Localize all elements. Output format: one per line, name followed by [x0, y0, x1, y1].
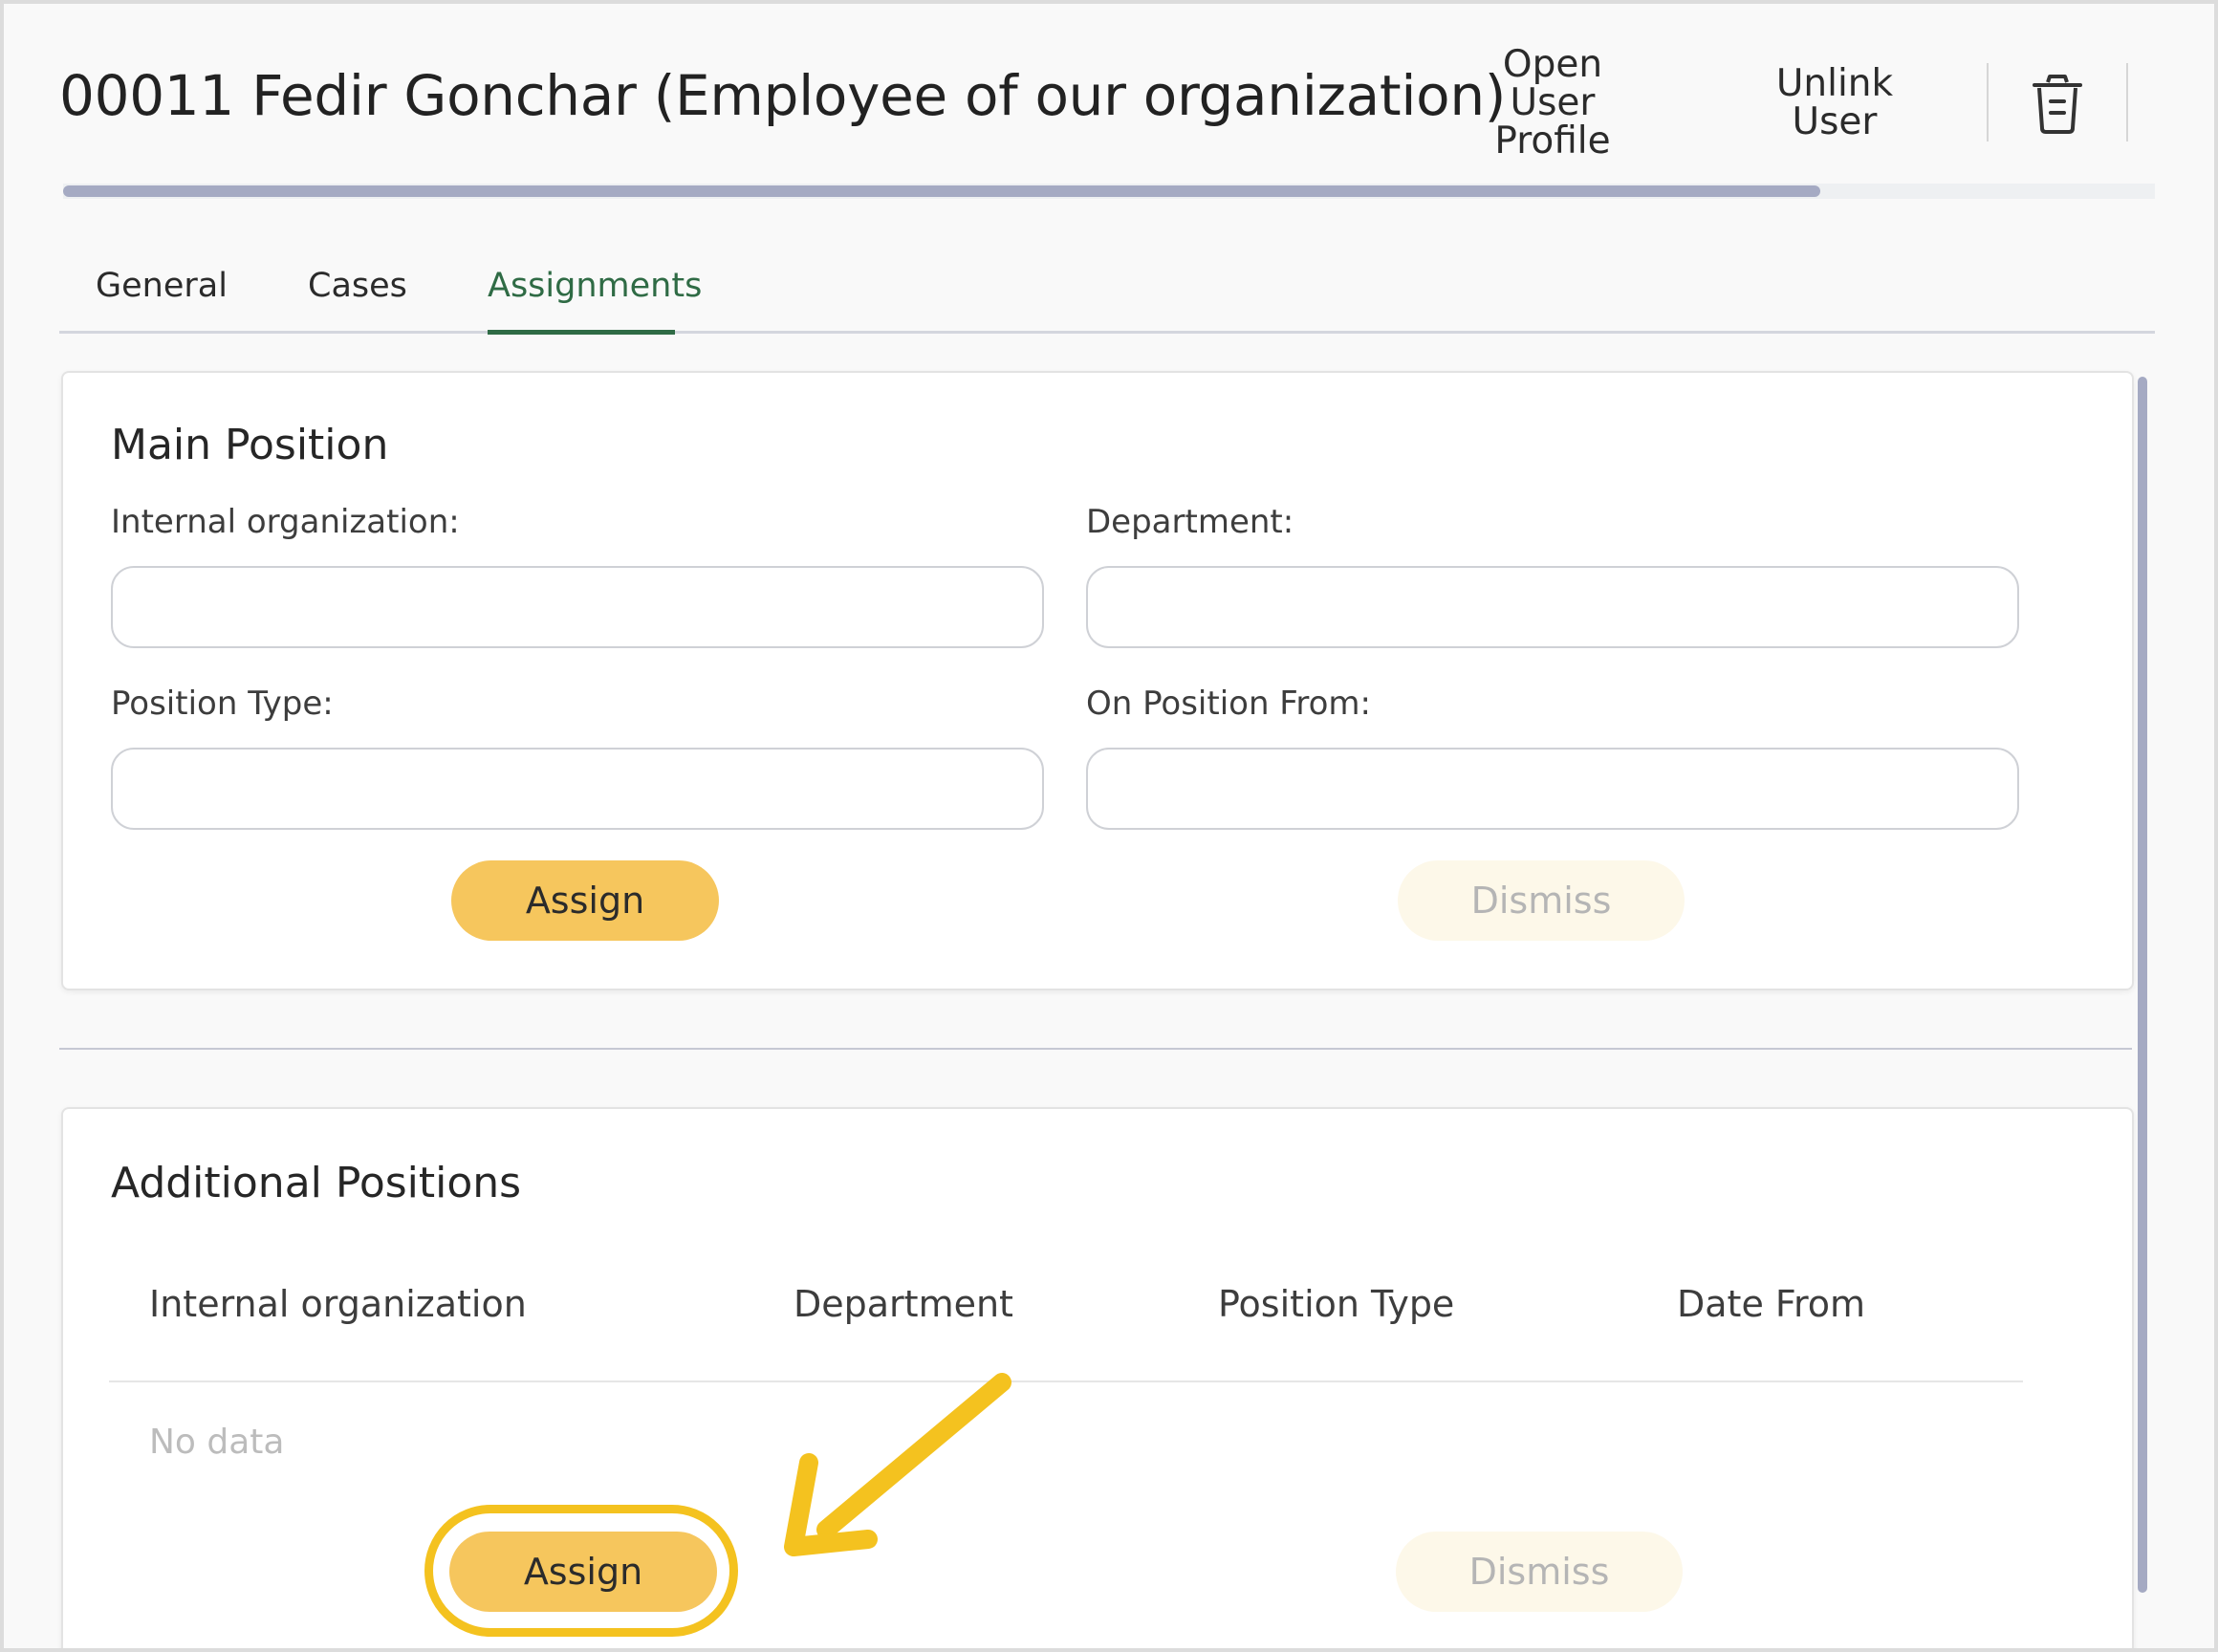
unlink-user-label-line: Unlink — [1775, 62, 1894, 105]
scrollbar-thumb[interactable] — [2138, 377, 2147, 1593]
open-user-profile-label-line: Profile — [1494, 120, 1611, 163]
header-divider — [2126, 63, 2128, 141]
department-label: Department: — [1086, 503, 1294, 541]
progress-track — [63, 184, 2155, 199]
progress-fill — [63, 185, 1820, 197]
active-tab-indicator — [488, 330, 675, 335]
additional-positions-card: Additional Positions — [61, 1107, 2134, 1648]
unlink-user-button[interactable]: Unlink User — [1753, 65, 1916, 141]
table-header-divider — [109, 1380, 2023, 1382]
highlight-ring — [424, 1505, 738, 1637]
section-divider — [59, 1048, 2132, 1050]
open-user-profile-label-line: Open — [1502, 43, 1603, 86]
column-header-internal-organization[interactable]: Internal organization — [149, 1283, 527, 1325]
annotation-arrow-icon — [784, 1373, 1011, 1556]
position-type-input[interactable] — [111, 748, 1044, 830]
record-window: 00011 Fedir Gonchar (Employee of our org… — [0, 0, 2218, 1652]
additional-positions-title: Additional Positions — [111, 1159, 522, 1207]
on-position-from-label: On Position From: — [1086, 685, 1371, 723]
column-header-date-from[interactable]: Date From — [1677, 1283, 1865, 1325]
additional-dismiss-button[interactable]: Dismiss — [1396, 1532, 1683, 1612]
main-dismiss-button[interactable]: Dismiss — [1398, 860, 1685, 941]
column-header-department[interactable]: Department — [794, 1283, 1013, 1325]
main-assign-button[interactable]: Assign — [451, 860, 719, 941]
internal-organization-label: Internal organization: — [111, 503, 460, 541]
main-position-title: Main Position — [111, 421, 389, 469]
trash-icon[interactable] — [2029, 73, 2086, 138]
open-user-profile-label-line: User — [1510, 81, 1596, 124]
empty-state-text: No data — [149, 1423, 285, 1462]
tab-cases[interactable]: Cases — [308, 267, 407, 305]
tab-general[interactable]: General — [96, 267, 228, 305]
open-user-profile-button[interactable]: Open User Profile — [1476, 46, 1629, 161]
unlink-user-label-line: User — [1792, 100, 1878, 143]
main-position-card: Main Position Internal organization: Dep… — [61, 371, 2134, 990]
scrollbar[interactable] — [2134, 367, 2153, 1610]
page-title: 00011 Fedir Gonchar (Employee of our org… — [59, 63, 1507, 128]
internal-organization-input[interactable] — [111, 566, 1044, 648]
column-header-position-type[interactable]: Position Type — [1218, 1283, 1454, 1325]
tabs-divider — [59, 331, 2155, 334]
header-divider — [1987, 63, 1989, 141]
on-position-from-input[interactable] — [1086, 748, 2019, 830]
tab-assignments[interactable]: Assignments — [488, 267, 702, 305]
department-input[interactable] — [1086, 566, 2019, 648]
position-type-label: Position Type: — [111, 685, 334, 723]
